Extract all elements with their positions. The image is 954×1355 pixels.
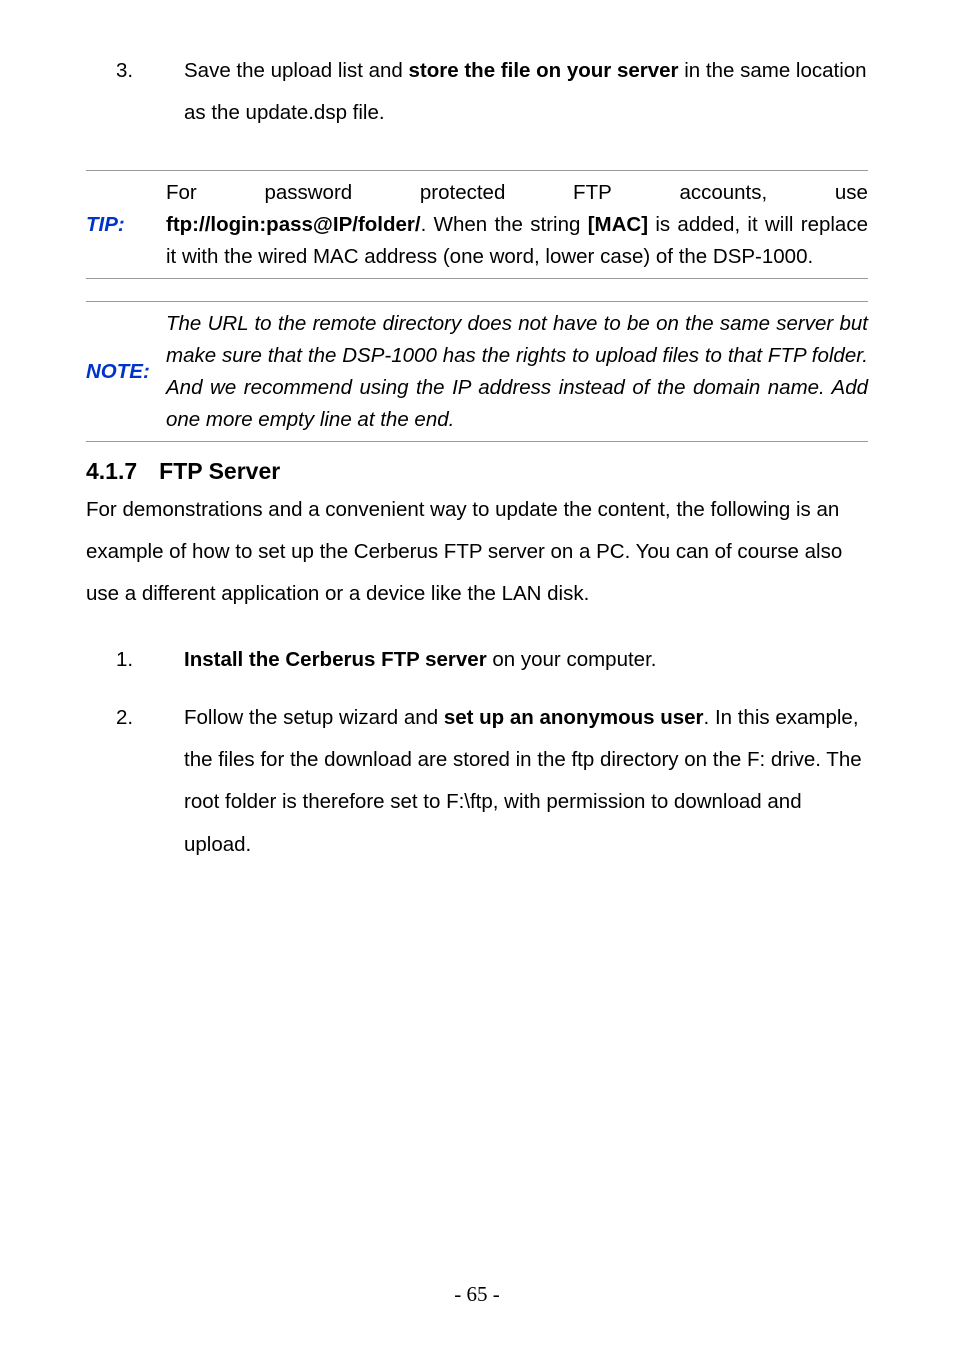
tip-mac-bold: [MAC]: [588, 213, 648, 236]
text-bold: store the file on your server: [409, 59, 679, 82]
text-frag: protected: [420, 177, 505, 209]
list-number: 3.: [86, 50, 164, 134]
text-frag: on your computer.: [487, 648, 657, 671]
text-frag: FTP: [573, 177, 612, 209]
tip-callout: TIP: For password protected FTP accounts…: [86, 170, 868, 279]
text-frag: use: [835, 177, 868, 209]
list-item-3: 3. Save the upload list and store the fi…: [86, 50, 868, 134]
list-number: 2.: [86, 697, 164, 865]
page-number: - 65 -: [0, 1282, 954, 1307]
tip-label: TIP:: [86, 177, 166, 272]
heading-ftp-server: 4.1.7 FTP Server: [86, 458, 868, 485]
text-frag: Save the upload list and: [184, 59, 409, 82]
text-frag: . When the string: [421, 213, 588, 236]
list-body: Follow the setup wizard and set up an an…: [184, 697, 868, 865]
text-bold: set up an anonymous user: [444, 706, 704, 729]
sub-list: 1. Install the Cerberus FTP server on yo…: [86, 639, 868, 865]
note-label: NOTE:: [86, 308, 166, 435]
text-frag: Follow the setup wizard and: [184, 706, 444, 729]
tip-url-bold: ftp://login:pass@IP/folder/: [166, 213, 421, 236]
text-frag: accounts,: [679, 177, 767, 209]
body-paragraph: For demonstrations and a convenient way …: [86, 489, 868, 615]
heading-number: 4.1.7: [86, 458, 137, 485]
note-callout: NOTE: The URL to the remote directory do…: [86, 301, 868, 442]
list-body: Save the upload list and store the file …: [184, 50, 868, 134]
note-body: The URL to the remote directory does not…: [166, 308, 868, 435]
list-item-1: 1. Install the Cerberus FTP server on yo…: [86, 639, 868, 681]
heading-text: FTP Server: [159, 458, 280, 485]
text-frag: password: [264, 177, 352, 209]
text-bold: Install the Cerberus FTP server: [184, 648, 487, 671]
list-body: Install the Cerberus FTP server on your …: [184, 639, 868, 681]
list-number: 1.: [86, 639, 164, 681]
page: 3. Save the upload list and store the fi…: [0, 0, 954, 1355]
text-frag: For: [166, 177, 197, 209]
list-item-2: 2. Follow the setup wizard and set up an…: [86, 697, 868, 865]
tip-body: For password protected FTP accounts, use…: [166, 177, 868, 272]
